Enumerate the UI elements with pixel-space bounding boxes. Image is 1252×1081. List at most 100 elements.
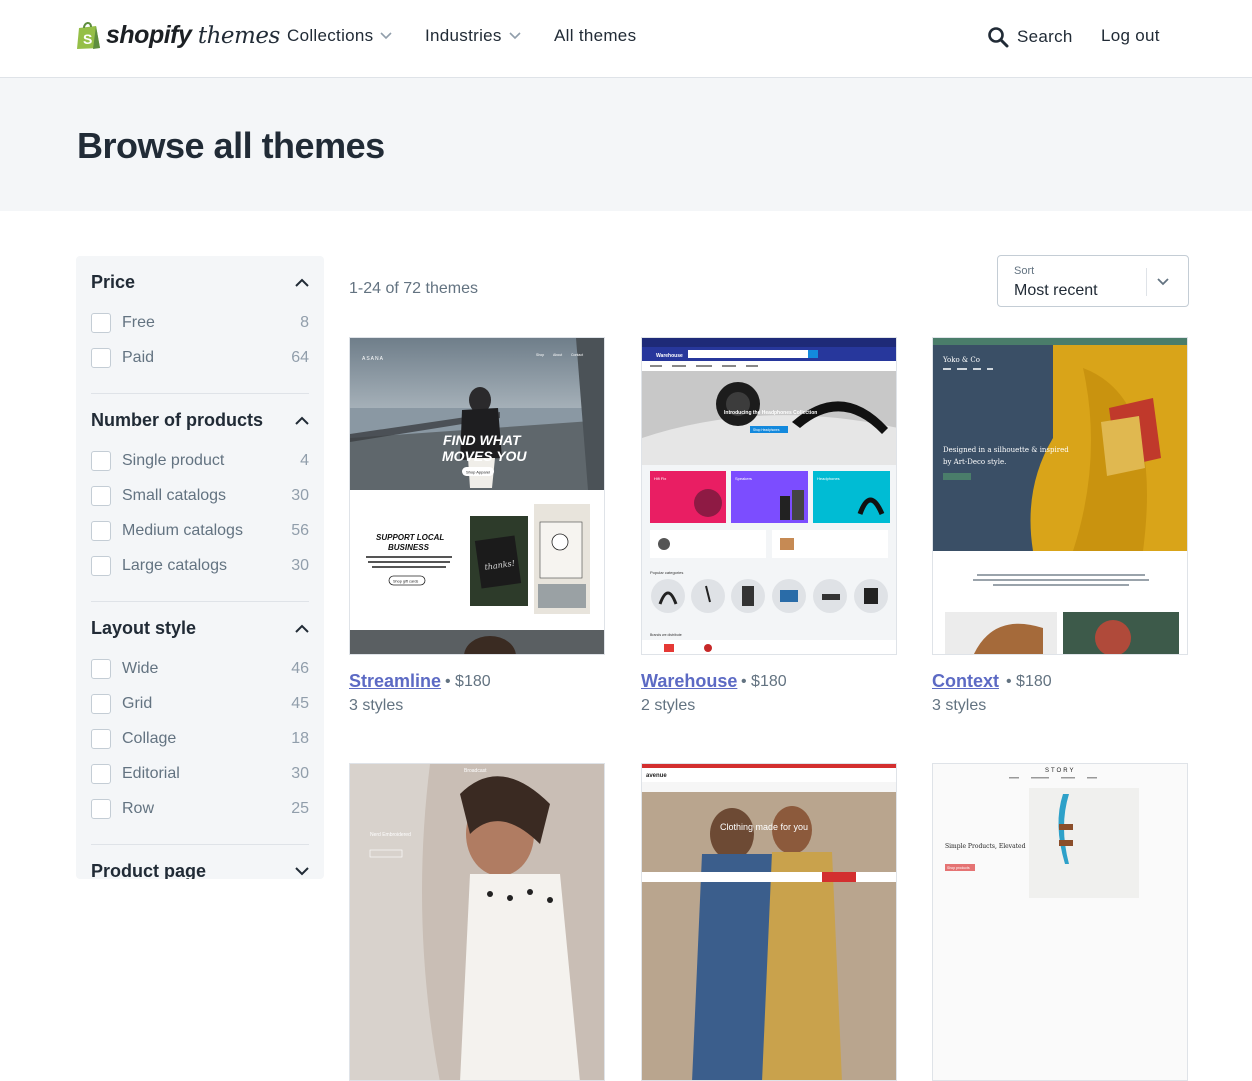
filter-option-label: Free bbox=[122, 314, 155, 331]
svg-text:Shop: Shop bbox=[536, 353, 544, 357]
filter-option-free[interactable]: Free 8 bbox=[91, 311, 309, 335]
theme-preview-broadcast[interactable]: Broadcast Nerd Embroidered bbox=[349, 763, 605, 1081]
shopify-themes-logo[interactable]: S shopify themes bbox=[76, 20, 280, 50]
theme-preview-story[interactable]: STORY Simple Products, Elevated Shop pro… bbox=[932, 763, 1188, 1081]
streamline-cta: Shop Apparel bbox=[466, 470, 490, 475]
broadcast-brand: Broadcast bbox=[464, 768, 487, 774]
theme-price-value: $180 bbox=[455, 673, 491, 690]
filter-option-editorial[interactable]: Editorial 30 bbox=[91, 762, 309, 786]
filter-option-label: Row bbox=[122, 800, 155, 817]
sort-label: Sort bbox=[1014, 265, 1035, 277]
avenue-preview-image: avenue Clothing made for you bbox=[642, 764, 896, 1080]
theme-styles-count: 3 styles bbox=[932, 697, 987, 714]
filter-option-small-catalogs[interactable]: Small catalogs 30 bbox=[91, 484, 309, 508]
story-brand: STORY bbox=[1045, 768, 1075, 774]
filter-option-count: 64 bbox=[291, 349, 309, 366]
warehouse-brands: Brands we distribute bbox=[650, 633, 682, 637]
nav-collections[interactable]: Collections bbox=[287, 26, 393, 46]
warehouse-hero-text: Introducing the Headphones Collection bbox=[724, 410, 817, 416]
streamline-headline-1: FIND WHAT bbox=[443, 432, 522, 448]
checkbox[interactable] bbox=[91, 799, 111, 819]
theme-price-value: $180 bbox=[751, 673, 787, 690]
nav-industries[interactable]: Industries bbox=[425, 26, 521, 46]
chevron-up-icon bbox=[295, 278, 309, 287]
checkbox[interactable] bbox=[91, 764, 111, 784]
filter-header-product-page[interactable]: Product page bbox=[91, 859, 309, 879]
filter-group-layout: Layout style bbox=[91, 616, 309, 640]
filter-option-count: 8 bbox=[300, 314, 309, 331]
theme-preview-context[interactable]: Yoko & Co Designed in a silhouette & ins… bbox=[932, 337, 1188, 655]
filter-option-label: Small catalogs bbox=[122, 487, 227, 504]
filter-option-grid[interactable]: Grid 45 bbox=[91, 692, 309, 716]
filter-header-layout[interactable]: Layout style bbox=[91, 616, 309, 640]
filter-title: Layout style bbox=[91, 617, 197, 638]
theme-preview-avenue[interactable]: avenue Clothing made for you bbox=[641, 763, 897, 1081]
search-button[interactable]: Search bbox=[987, 26, 1073, 48]
filter-option-label: Single product bbox=[122, 452, 225, 469]
logout-label: Log out bbox=[1101, 26, 1160, 45]
avenue-headline: Clothing made for you bbox=[720, 822, 808, 832]
nav-all-themes-label: All themes bbox=[554, 26, 637, 45]
checkbox[interactable] bbox=[91, 659, 111, 679]
results-count: 1-24 of 72 themes bbox=[349, 280, 478, 297]
svg-text:About: About bbox=[553, 353, 562, 357]
chevron-down-icon bbox=[509, 32, 521, 40]
divider bbox=[91, 393, 309, 394]
filter-option-medium-catalogs[interactable]: Medium catalogs 56 bbox=[91, 519, 309, 543]
checkbox[interactable] bbox=[91, 451, 111, 471]
context-brand: Yoko & Co bbox=[942, 356, 980, 364]
filter-option-label: Grid bbox=[122, 695, 153, 712]
theme-name-link[interactable]: Warehouse bbox=[641, 671, 737, 692]
checkbox[interactable] bbox=[91, 313, 111, 333]
theme-name-link[interactable]: Context bbox=[932, 671, 999, 692]
nav-all-themes[interactable]: All themes bbox=[554, 26, 636, 46]
filter-option-count: 4 bbox=[300, 452, 309, 469]
logout-link[interactable]: Log out bbox=[1101, 26, 1160, 46]
checkbox[interactable] bbox=[91, 556, 111, 576]
sort-select[interactable]: Sort Most recent bbox=[997, 255, 1189, 307]
filter-option-count: 30 bbox=[291, 557, 309, 574]
filter-option-count: 25 bbox=[291, 800, 309, 817]
broadcast-preview-image: Broadcast Nerd Embroidered bbox=[350, 764, 604, 1080]
filter-option-label: Editorial bbox=[122, 765, 180, 782]
avenue-brand: avenue bbox=[646, 773, 667, 779]
filter-option-single-product[interactable]: Single product 4 bbox=[91, 449, 309, 473]
warehouse-popular: Popular categories bbox=[650, 570, 683, 575]
context-preview-image: Yoko & Co Designed in a silhouette & ins… bbox=[933, 338, 1187, 654]
warehouse-tile-2: Speakers bbox=[735, 476, 752, 481]
story-headline: Simple Products, Elevated bbox=[945, 843, 1026, 850]
filter-header-products[interactable]: Number of products bbox=[91, 408, 309, 432]
checkbox[interactable] bbox=[91, 694, 111, 714]
filter-option-count: 45 bbox=[291, 695, 309, 712]
filter-option-row[interactable]: Row 25 bbox=[91, 797, 309, 821]
checkbox[interactable] bbox=[91, 521, 111, 541]
chevron-down-icon bbox=[1157, 278, 1169, 286]
filter-header-price[interactable]: Price bbox=[91, 270, 309, 294]
filter-option-wide[interactable]: Wide 46 bbox=[91, 657, 309, 681]
divider bbox=[91, 601, 309, 602]
chevron-up-icon bbox=[295, 416, 309, 425]
theme-price: • $180 bbox=[741, 673, 787, 690]
page-title: Browse all themes bbox=[77, 125, 385, 166]
filter-option-collage[interactable]: Collage 18 bbox=[91, 727, 309, 751]
chevron-up-icon bbox=[295, 624, 309, 633]
filter-title: Price bbox=[91, 271, 136, 292]
checkbox[interactable] bbox=[91, 348, 111, 368]
checkbox[interactable] bbox=[91, 729, 111, 749]
warehouse-hero-cta: Shop Headphones bbox=[753, 428, 780, 432]
warehouse-preview-image: Warehouse Introducing the Headphones Col… bbox=[642, 338, 896, 654]
filter-option-paid[interactable]: Paid 64 bbox=[91, 346, 309, 370]
theme-preview-streamline[interactable]: ASANA Shop About Contact FIND WHAT MOVES Y… bbox=[349, 337, 605, 655]
theme-price: • $180 bbox=[445, 673, 491, 690]
filter-option-large-catalogs[interactable]: Large catalogs 30 bbox=[91, 554, 309, 578]
theme-price-value: $180 bbox=[1016, 673, 1052, 690]
theme-preview-warehouse[interactable]: Warehouse Introducing the Headphones Col… bbox=[641, 337, 897, 655]
top-navigation-bar: S shopify themes Collections Industries … bbox=[0, 0, 1252, 78]
chevron-down-icon bbox=[295, 866, 309, 875]
theme-styles-count: 2 styles bbox=[641, 697, 696, 714]
checkbox[interactable] bbox=[91, 486, 111, 506]
filter-option-count: 56 bbox=[291, 522, 309, 539]
filter-option-count: 30 bbox=[291, 487, 309, 504]
theme-name-link[interactable]: Streamline bbox=[349, 671, 441, 692]
filter-option-label: Medium catalogs bbox=[122, 522, 243, 539]
